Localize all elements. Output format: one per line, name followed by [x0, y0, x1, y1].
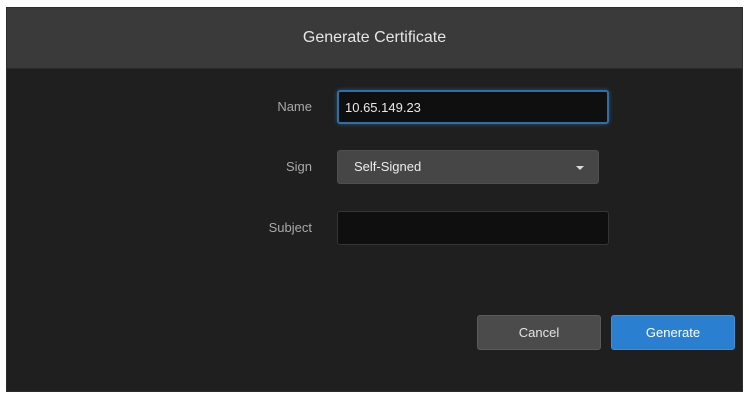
- subject-row: Subject: [7, 211, 742, 245]
- name-label: Name: [277, 99, 312, 114]
- sign-row: Sign Self-Signed: [7, 150, 742, 184]
- subject-input[interactable]: [337, 211, 609, 245]
- dialog-header: Generate Certificate: [7, 8, 742, 69]
- sign-selected-value: Self-Signed: [354, 159, 422, 174]
- sign-select[interactable]: Self-Signed: [337, 150, 599, 184]
- dialog-title: Generate Certificate: [302, 29, 447, 46]
- name-input[interactable]: [337, 90, 609, 124]
- name-row: Name: [7, 90, 742, 124]
- cancel-button[interactable]: Cancel: [477, 315, 601, 350]
- chevron-down-icon: [576, 166, 584, 170]
- generate-certificate-dialog: Generate Certificate Name Sign Self-Sign…: [6, 7, 743, 392]
- sign-label: Sign: [285, 159, 312, 174]
- generate-button[interactable]: Generate: [611, 315, 735, 350]
- subject-label: Subject: [268, 220, 312, 235]
